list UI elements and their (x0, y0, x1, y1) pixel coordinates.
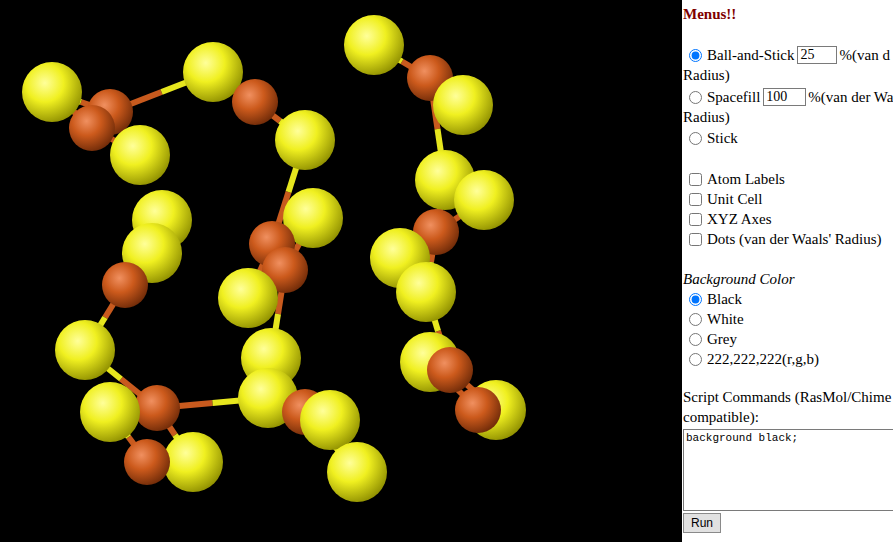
option-checkbox[interactable] (689, 173, 702, 186)
background-label: White (707, 309, 744, 329)
script-label: Script Commands (RasMol/Chime (683, 387, 893, 407)
menu-panel: Menus!!Ball-and-Stick%(van dRadius)Space… (682, 0, 893, 542)
background-label: Grey (707, 329, 737, 349)
size-field[interactable] (763, 88, 806, 106)
size-unit-cont: Radius) (683, 107, 893, 127)
background-radio[interactable] (689, 313, 702, 326)
background-radio[interactable] (689, 353, 702, 366)
background-row: White (683, 309, 893, 329)
background-row: Grey (683, 329, 893, 349)
background-row: Black (683, 289, 893, 309)
option-row: XYZ Axes (683, 209, 893, 229)
option-group: Atom LabelsUnit CellXYZ AxesDots (van de… (683, 169, 893, 249)
background-label: 222,222,222(r,g,b) (707, 349, 819, 369)
render-mode-row: Spacefill %(van der Wa (683, 87, 893, 107)
option-checkbox[interactable] (689, 193, 702, 206)
background-radio[interactable] (689, 333, 702, 346)
render-mode-row: Stick (683, 128, 893, 148)
molecule-viewer[interactable] (0, 0, 682, 542)
size-field[interactable] (797, 46, 837, 64)
script-group: Script Commands (RasMol/Chimecompatible)… (683, 387, 893, 533)
background-label: Black (707, 289, 742, 309)
option-label: Unit Cell (707, 189, 762, 209)
run-button[interactable]: Run (683, 513, 721, 533)
option-label: Atom Labels (707, 169, 785, 189)
option-row: Atom Labels (683, 169, 893, 189)
molecule-icon[interactable] (0, 0, 682, 542)
size-unit: %(van der Wa (808, 87, 893, 107)
render-mode-radio[interactable] (689, 91, 702, 104)
background-title: Background Color (683, 269, 893, 289)
background-radio[interactable] (689, 293, 702, 306)
option-label: Dots (van der Waals' Radius) (707, 229, 882, 249)
option-checkbox[interactable] (689, 213, 702, 226)
render-mode-group: Ball-and-Stick%(van dRadius)Spacefill%(v… (683, 45, 893, 148)
option-row: Dots (van der Waals' Radius) (683, 229, 893, 249)
render-mode-row: Ball-and-Stick %(van d (683, 45, 893, 65)
size-unit: %(van d (839, 45, 889, 65)
option-checkbox[interactable] (689, 233, 702, 246)
option-row: Unit Cell (683, 189, 893, 209)
background-row: 222,222,222(r,g,b) (683, 349, 893, 369)
background-group: Background ColorBlackWhiteGrey222,222,22… (683, 269, 893, 369)
render-mode-label: Ball-and-Stick (707, 45, 794, 65)
render-mode-radio[interactable] (689, 49, 702, 62)
render-mode-label: Stick (707, 128, 738, 148)
render-mode-label: Spacefill (707, 87, 760, 107)
option-label: XYZ Axes (707, 209, 772, 229)
page: Menus!!Ball-and-Stick%(van dRadius)Space… (0, 0, 893, 542)
menu-header: Menus!! (683, 4, 893, 24)
script-textarea[interactable]: background black; (683, 429, 893, 511)
size-unit-cont: Radius) (683, 65, 893, 85)
script-label-cont: compatible): (683, 407, 893, 427)
render-mode-radio[interactable] (689, 132, 702, 145)
